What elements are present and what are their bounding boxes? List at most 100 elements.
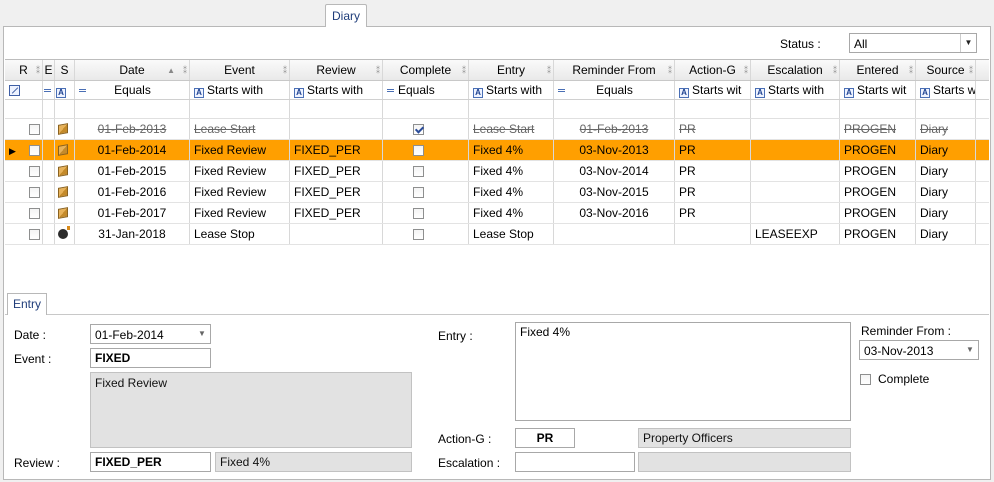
cell-r[interactable] [5, 182, 43, 202]
cell-r[interactable] [5, 119, 43, 139]
escalation-code-input[interactable] [515, 452, 635, 472]
new-row-cell[interactable] [916, 100, 976, 118]
row-checkbox[interactable] [29, 187, 40, 198]
new-row-cell[interactable] [290, 100, 383, 118]
column-header-event[interactable]: Event ⁑ [190, 60, 290, 80]
new-row-cell[interactable] [675, 100, 751, 118]
filter-action[interactable]: A Starts wit [675, 81, 751, 99]
column-header-complete[interactable]: Complete ⁑ [383, 60, 469, 80]
filter-review[interactable]: A Starts with [290, 81, 383, 99]
new-row-cell[interactable] [383, 100, 469, 118]
filter-r[interactable] [5, 81, 43, 99]
cell-complete[interactable] [383, 224, 469, 244]
column-header-r[interactable]: R ⁑ [5, 60, 43, 80]
complete-checkbox[interactable] [413, 145, 424, 156]
pin-icon[interactable]: ⁑ [969, 61, 973, 80]
action-code-input[interactable]: PR [515, 428, 575, 448]
column-header-entry[interactable]: Entry ⁑ [469, 60, 554, 80]
table-row[interactable]: 01-Feb-2013 Lease Start Lease Start 01-Feb-… [5, 119, 989, 140]
reminder-from-picker[interactable]: 03-Nov-2013 ▼ [859, 340, 979, 360]
cell-text: Diary [920, 143, 949, 157]
table-row[interactable]: 01-Feb-2015 Fixed Review FIXED_PER Fixed 4%… [5, 161, 989, 182]
date-picker[interactable]: 01-Feb-2014 ▼ [90, 324, 211, 344]
cell-r[interactable]: ▶ [5, 140, 43, 160]
tab-entry[interactable]: Entry [7, 293, 47, 315]
pin-icon[interactable]: ⁑ [744, 61, 748, 80]
table-row[interactable]: 31-Jan-2018 Lease Stop Lease Stop LEASEEXP P… [5, 224, 989, 245]
new-row-cell[interactable] [554, 100, 675, 118]
table-row[interactable]: 01-Feb-2016 Fixed Review FIXED_PER Fixed 4%… [5, 182, 989, 203]
column-header-entered[interactable]: Entered ⁑ [840, 60, 916, 80]
column-header-s[interactable]: S [55, 60, 75, 80]
new-row-cell[interactable] [75, 100, 190, 118]
table-row[interactable]: ▶ 01-Feb-2014 Fixed Review FIXED_PER Fixed 4… [5, 140, 989, 161]
cell-complete[interactable] [383, 203, 469, 223]
filter-entry[interactable]: A Starts with [469, 81, 554, 99]
complete-checkbox[interactable] [413, 124, 424, 135]
row-checkbox[interactable] [29, 166, 40, 177]
cell-source: Diary [916, 203, 976, 223]
text-filter-icon: A [755, 88, 765, 98]
column-header-escalation[interactable]: Escalation ⁑ [751, 60, 840, 80]
new-row-cell[interactable] [43, 100, 55, 118]
complete-checkbox[interactable] [860, 372, 871, 386]
pin-icon[interactable]: ⁑ [833, 61, 837, 80]
column-header-review[interactable]: Review ⁑ [290, 60, 383, 80]
review-code-input[interactable]: FIXED_PER [90, 452, 211, 472]
column-header-date[interactable]: Date ⁑ ▲ [75, 60, 190, 80]
cell-r[interactable] [5, 161, 43, 181]
pin-icon[interactable]: ⁑ [909, 61, 913, 80]
cell-r[interactable] [5, 203, 43, 223]
column-header-action[interactable]: Action-G ⁑ [675, 60, 751, 80]
box-icon [58, 165, 68, 177]
row-checkbox[interactable] [29, 208, 40, 219]
cell-complete[interactable] [383, 140, 469, 160]
pin-icon[interactable]: ⁑ [36, 61, 40, 80]
new-row-cell[interactable] [190, 100, 290, 118]
filter-source[interactable]: A Starts w [916, 81, 976, 99]
row-checkbox[interactable] [29, 229, 40, 240]
filter-complete[interactable]: Equals [383, 81, 469, 99]
pin-icon[interactable]: ⁑ [283, 61, 287, 80]
filter-clear-icon[interactable] [9, 85, 20, 96]
status-dropdown[interactable]: All ▼ [849, 33, 977, 53]
pin-icon[interactable]: ⁑ [668, 61, 672, 80]
filter-entered[interactable]: A Starts wit [840, 81, 916, 99]
cell-complete[interactable] [383, 119, 469, 139]
event-code-input[interactable]: FIXED [90, 348, 211, 368]
complete-checkbox[interactable] [413, 166, 424, 177]
tab-diary[interactable]: Diary [325, 4, 367, 27]
new-row-cell[interactable] [469, 100, 554, 118]
entry-text-area[interactable]: Fixed 4% [515, 322, 851, 421]
filter-e[interactable] [43, 81, 55, 99]
new-row-cell[interactable] [5, 100, 43, 118]
table-row[interactable]: 01-Feb-2017 Fixed Review FIXED_PER Fixed 4%… [5, 203, 989, 224]
cell-complete[interactable] [383, 182, 469, 202]
pin-icon[interactable]: ⁑ [547, 61, 551, 80]
pin-icon[interactable]: ⁑ [376, 61, 380, 80]
filter-s[interactable]: A [55, 81, 75, 99]
chevron-down-icon[interactable]: ▼ [960, 34, 976, 52]
complete-checkbox[interactable] [413, 208, 424, 219]
cell-complete[interactable] [383, 161, 469, 181]
new-row-cell[interactable] [55, 100, 75, 118]
column-header-reminder[interactable]: Reminder From ⁑ [554, 60, 675, 80]
complete-checkbox[interactable] [413, 229, 424, 240]
filter-date[interactable]: Equals [75, 81, 190, 99]
grid-new-row[interactable] [5, 100, 989, 119]
chevron-down-icon[interactable]: ▼ [962, 341, 978, 359]
new-row-cell[interactable] [840, 100, 916, 118]
filter-reminder[interactable]: Equals [554, 81, 675, 99]
chevron-down-icon[interactable]: ▼ [194, 325, 210, 343]
row-checkbox[interactable] [29, 124, 40, 135]
cell-r[interactable] [5, 224, 43, 244]
new-row-cell[interactable] [751, 100, 840, 118]
column-header-source[interactable]: Source ⁑ [916, 60, 976, 80]
column-header-e[interactable]: E [43, 60, 55, 80]
pin-icon[interactable]: ⁑ [183, 61, 187, 80]
filter-escalation[interactable]: A Starts with [751, 81, 840, 99]
pin-icon[interactable]: ⁑ [462, 61, 466, 80]
complete-checkbox[interactable] [413, 187, 424, 198]
filter-event[interactable]: A Starts with [190, 81, 290, 99]
row-checkbox[interactable] [29, 145, 40, 156]
